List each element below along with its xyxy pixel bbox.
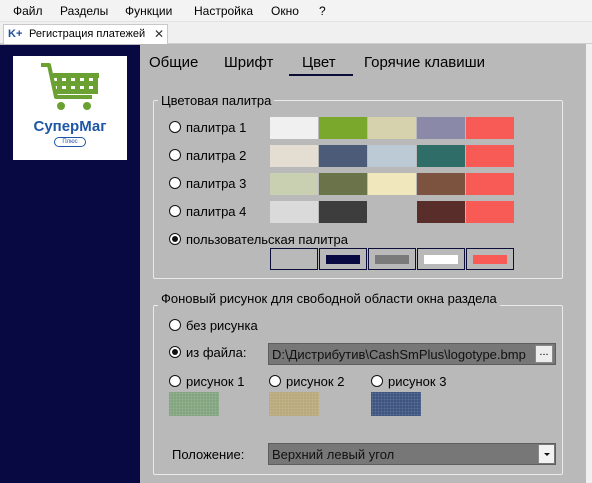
sidebar: СуперМаг Плюс	[0, 45, 140, 483]
menu-file[interactable]: Файл	[13, 4, 43, 18]
custom-palette-swatch[interactable]	[466, 248, 514, 270]
radio-palette-1[interactable]	[169, 121, 181, 133]
palette-2-swatch[interactable]	[319, 145, 367, 167]
cart-icon	[41, 63, 99, 110]
palette-4-swatch[interactable]	[417, 201, 465, 223]
pattern-label-1: рисунок 1	[186, 374, 245, 389]
palette-4-swatch[interactable]	[270, 201, 318, 223]
palette-label-2: палитра 2	[186, 148, 247, 163]
logo-subtitle: Плюс	[54, 137, 86, 147]
palette-2-swatch[interactable]	[270, 145, 318, 167]
tab-font[interactable]: Шрифт	[224, 54, 273, 71]
menu-functions[interactable]: Функции	[125, 4, 172, 18]
color-palette-group-title: Цветовая палитра	[158, 93, 275, 108]
close-icon[interactable]: ✕	[154, 27, 164, 41]
radio-palette-2[interactable]	[169, 149, 181, 161]
menu-window[interactable]: Окно	[271, 4, 299, 18]
document-tab[interactable]: K+ Регистрация платежей ✕	[3, 24, 168, 44]
file-path-input[interactable]: D:\Дистрибутив\CashSmPlus\logotype.bmp	[268, 343, 556, 365]
palette-1-swatch[interactable]	[417, 117, 465, 139]
file-path-value: D:\Дистрибутив\CashSmPlus\logotype.bmp	[272, 347, 526, 362]
from-file-label: из файла:	[186, 345, 247, 360]
menu-bar: Файл Разделы Функции Настройка Окно ?	[0, 0, 592, 22]
custom-palette-swatch[interactable]	[270, 248, 318, 270]
radio-pattern-2[interactable]	[269, 375, 281, 387]
radio-pattern-3[interactable]	[371, 375, 383, 387]
menu-sections[interactable]: Разделы	[60, 4, 108, 18]
document-tab-strip: K+ Регистрация платежей ✕	[0, 22, 592, 44]
pattern-preview-1[interactable]	[169, 392, 219, 416]
radio-palette-4[interactable]	[169, 205, 181, 217]
menu-settings[interactable]: Настройка	[194, 4, 253, 18]
palette-label-4: палитра 4	[186, 204, 247, 219]
position-label: Положение:	[172, 447, 245, 462]
palette-1-swatch[interactable]	[270, 117, 318, 139]
custom-palette-swatch[interactable]	[417, 248, 465, 270]
document-tab-label: Регистрация платежей	[29, 28, 146, 40]
tab-color[interactable]: Цвет	[302, 54, 336, 71]
palette-4-swatch[interactable]	[466, 201, 514, 223]
pattern-label-3: рисунок 3	[388, 374, 447, 389]
browse-button[interactable]: ...	[535, 345, 553, 363]
active-tab-indicator	[289, 74, 353, 76]
palette-1-swatch[interactable]	[319, 117, 367, 139]
custom-palette-swatch[interactable]	[319, 248, 367, 270]
position-select[interactable]: Верхний левый угол	[268, 443, 556, 465]
logo-title: СуперМаг	[33, 118, 107, 135]
palette-3-swatch[interactable]	[417, 173, 465, 195]
app-icon: K+	[8, 28, 23, 40]
palette-3-swatch[interactable]	[319, 173, 367, 195]
custom-palette-swatch-color	[277, 255, 311, 264]
menu-help[interactable]: ?	[319, 4, 326, 18]
tab-hotkeys[interactable]: Горячие клавиши	[364, 54, 485, 71]
tab-general[interactable]: Общие	[149, 54, 198, 71]
palette-2-swatch[interactable]	[466, 145, 514, 167]
custom-palette-swatch-color	[424, 255, 458, 264]
palette-2-swatch[interactable]	[368, 145, 416, 167]
custom-palette-swatch-color	[375, 255, 409, 264]
palette-4-swatch[interactable]	[319, 201, 367, 223]
chevron-down-icon[interactable]	[538, 445, 554, 463]
pattern-preview-2[interactable]	[269, 392, 319, 416]
palette-4-swatch[interactable]	[368, 201, 416, 223]
pattern-preview-3[interactable]	[371, 392, 421, 416]
position-select-value: Верхний левый угол	[272, 447, 395, 462]
no-image-label: без рисунка	[186, 318, 258, 333]
palette-1-swatch[interactable]	[368, 117, 416, 139]
custom-palette-swatch-color	[473, 255, 507, 264]
radio-pattern-1[interactable]	[169, 375, 181, 387]
window-right-edge	[586, 44, 592, 483]
radio-no-image[interactable]	[169, 319, 181, 331]
palette-label-1: палитра 1	[186, 120, 247, 135]
logo: СуперМаг Плюс	[13, 56, 127, 160]
palette-3-swatch[interactable]	[368, 173, 416, 195]
custom-palette-swatch[interactable]	[368, 248, 416, 270]
background-image-group-title: Фоновый рисунок для свободной области ок…	[158, 291, 500, 306]
pattern-label-2: рисунок 2	[286, 374, 345, 389]
palette-label-3: палитра 3	[186, 176, 247, 191]
palette-2-swatch[interactable]	[417, 145, 465, 167]
custom-palette-label: пользовательская палитра	[186, 232, 348, 247]
radio-from-file[interactable]	[169, 346, 181, 358]
radio-custom-palette[interactable]	[169, 233, 181, 245]
palette-3-swatch[interactable]	[466, 173, 514, 195]
radio-palette-3[interactable]	[169, 177, 181, 189]
palette-3-swatch[interactable]	[270, 173, 318, 195]
custom-palette-swatch-color	[326, 255, 360, 264]
palette-1-swatch[interactable]	[466, 117, 514, 139]
